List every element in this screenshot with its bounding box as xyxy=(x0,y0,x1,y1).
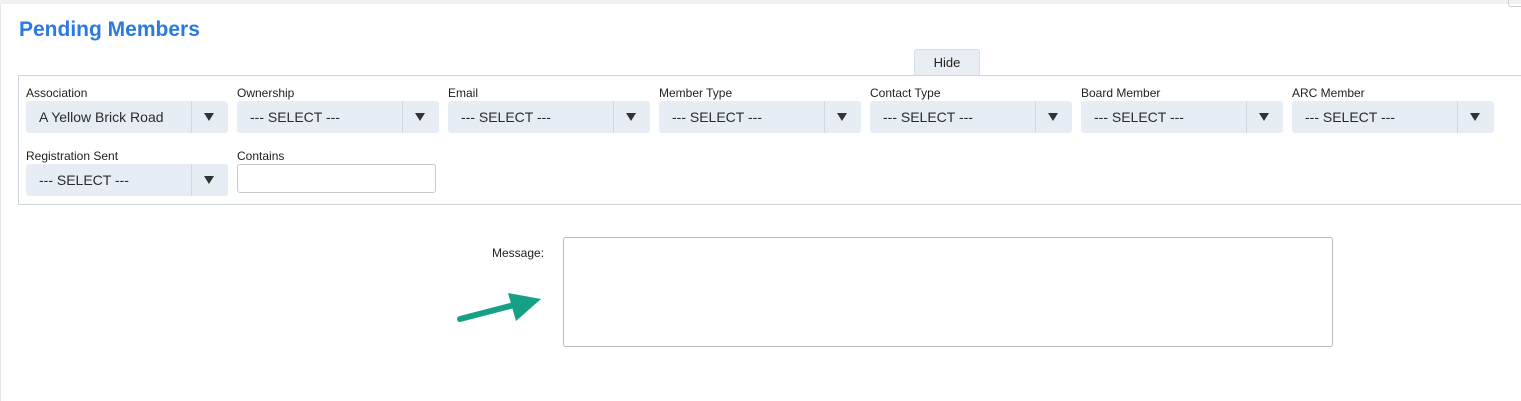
window-corner xyxy=(1508,0,1521,7)
message-label: Message: xyxy=(492,246,545,260)
select-divider xyxy=(191,101,192,133)
dropdown-arrow-icon xyxy=(1048,113,1058,121)
contact-type-value: --- SELECT --- xyxy=(883,109,973,125)
select-divider xyxy=(1246,101,1247,133)
registration-sent-select[interactable]: --- SELECT --- xyxy=(26,164,228,196)
email-select[interactable]: --- SELECT --- xyxy=(448,101,650,133)
top-strip xyxy=(0,0,1521,4)
hide-filters-tab[interactable]: Hide xyxy=(914,49,980,75)
ownership-value: --- SELECT --- xyxy=(250,109,340,125)
page-title: Pending Members xyxy=(19,18,200,41)
dropdown-arrow-icon xyxy=(204,113,214,121)
contains-input[interactable] xyxy=(237,164,436,193)
association-value: A Yellow Brick Road xyxy=(39,109,164,125)
ownership-select[interactable]: --- SELECT --- xyxy=(237,101,439,133)
dropdown-arrow-icon xyxy=(204,176,214,184)
member-type-select[interactable]: --- SELECT --- xyxy=(659,101,861,133)
arc-member-label: ARC Member xyxy=(1292,86,1365,100)
board-member-select[interactable]: --- SELECT --- xyxy=(1081,101,1283,133)
member-type-value: --- SELECT --- xyxy=(672,109,762,125)
board-member-label: Board Member xyxy=(1081,86,1161,100)
board-member-value: --- SELECT --- xyxy=(1094,109,1184,125)
select-divider xyxy=(824,101,825,133)
select-divider xyxy=(191,164,192,196)
arrow-right-icon xyxy=(452,288,547,328)
filter-panel: Association A Yellow Brick Road Ownershi… xyxy=(18,75,1521,205)
message-textarea[interactable] xyxy=(563,237,1333,347)
member-type-label: Member Type xyxy=(659,86,733,100)
association-label: Association xyxy=(26,86,88,100)
select-divider xyxy=(1035,101,1036,133)
contact-type-select[interactable]: --- SELECT --- xyxy=(870,101,1072,133)
contains-label: Contains xyxy=(237,149,285,163)
select-divider xyxy=(613,101,614,133)
contact-type-label: Contact Type xyxy=(870,86,941,100)
email-label: Email xyxy=(448,86,479,100)
dropdown-arrow-icon xyxy=(626,113,636,121)
ownership-label: Ownership xyxy=(237,86,295,100)
email-value: --- SELECT --- xyxy=(461,109,551,125)
dropdown-arrow-icon xyxy=(837,113,847,121)
select-divider xyxy=(402,101,403,133)
arc-member-select[interactable]: --- SELECT --- xyxy=(1292,101,1494,133)
registration-sent-value: --- SELECT --- xyxy=(39,172,129,188)
dropdown-arrow-icon xyxy=(415,113,425,121)
dropdown-arrow-icon xyxy=(1259,113,1269,121)
arc-member-value: --- SELECT --- xyxy=(1305,109,1395,125)
select-divider xyxy=(1457,101,1458,133)
dropdown-arrow-icon xyxy=(1470,113,1480,121)
association-select[interactable]: A Yellow Brick Road xyxy=(26,101,228,133)
registration-sent-label: Registration Sent xyxy=(26,149,119,163)
left-border xyxy=(0,4,1,401)
